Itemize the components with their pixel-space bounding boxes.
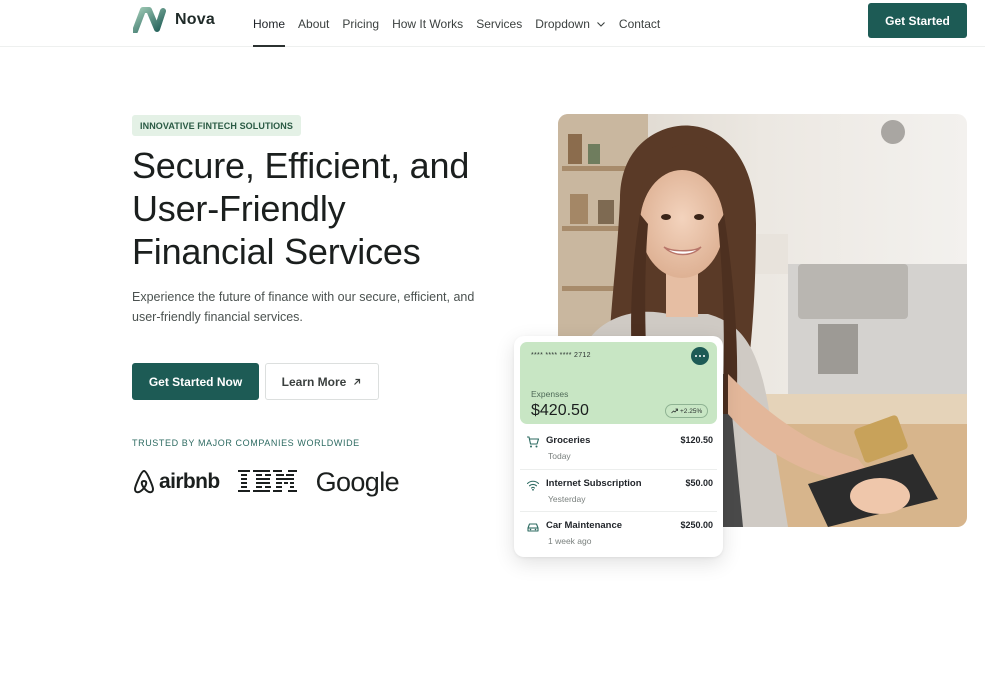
brand-logo[interactable]: Nova bbox=[133, 7, 215, 33]
nav-link-services[interactable]: Services bbox=[476, 0, 522, 47]
chevron-down-icon bbox=[597, 21, 605, 27]
transaction-time: Today bbox=[548, 451, 571, 461]
wifi-icon bbox=[526, 480, 540, 491]
expenses-card: **** **** **** 2712 Expenses $420.50 +2.… bbox=[514, 336, 723, 557]
headline-line-1: Secure, Efficient, and bbox=[132, 145, 470, 186]
trend-value: +2.25% bbox=[680, 407, 703, 415]
trusted-label: TRUSTED BY MAJOR COMPANIES WORLDWIDE bbox=[132, 438, 360, 448]
nav-dropdown[interactable]: Dropdown bbox=[535, 0, 606, 47]
learn-more-label: Learn More bbox=[281, 374, 347, 389]
nav-link-how-it-works[interactable]: How It Works bbox=[392, 0, 463, 47]
nav-link-about[interactable]: About bbox=[298, 0, 329, 47]
card-summary: **** **** **** 2712 Expenses $420.50 +2.… bbox=[520, 342, 717, 424]
get-started-button[interactable]: Get Started bbox=[868, 3, 967, 38]
airbnb-wordmark: airbnb bbox=[159, 470, 220, 493]
top-navigation: Nova Home About Pricing How It Works Ser… bbox=[0, 0, 985, 47]
cart-icon bbox=[527, 436, 540, 448]
more-options-icon[interactable] bbox=[691, 347, 709, 365]
transaction-time: Yesterday bbox=[548, 494, 586, 504]
nav-link-pricing[interactable]: Pricing bbox=[342, 0, 379, 47]
brand-name: Nova bbox=[175, 11, 215, 28]
transaction-row[interactable]: Car Maintenance 1 week ago $250.00 bbox=[520, 511, 717, 553]
expenses-amount: $420.50 bbox=[531, 402, 589, 419]
arrow-up-right-icon bbox=[354, 378, 361, 385]
nav-link-home[interactable]: Home bbox=[253, 0, 286, 47]
get-started-now-button[interactable]: Get Started Now bbox=[132, 363, 259, 400]
headline-line-3: Financial Services bbox=[132, 231, 421, 272]
ibm-logo bbox=[237, 470, 297, 492]
nav-link-contact[interactable]: Contact bbox=[619, 0, 660, 47]
expenses-label: Expenses bbox=[531, 389, 569, 399]
transaction-amount: $250.00 bbox=[680, 520, 713, 530]
hero-headline: Secure, Efficient, and User-Friendly Fin… bbox=[132, 144, 522, 273]
card-number: **** **** **** 2712 bbox=[531, 352, 591, 359]
trend-up-icon bbox=[671, 408, 678, 414]
transaction-row[interactable]: Internet Subscription Yesterday $50.00 bbox=[520, 469, 717, 511]
transaction-name: Car Maintenance bbox=[546, 520, 623, 531]
headline-line-2: User-Friendly bbox=[132, 188, 346, 229]
transaction-row[interactable]: Groceries Today $120.50 bbox=[520, 427, 717, 469]
learn-more-button[interactable]: Learn More bbox=[265, 363, 379, 400]
trend-badge: +2.25% bbox=[665, 404, 709, 418]
main-menu: Home About Pricing How It Works Services… bbox=[253, 0, 673, 47]
transaction-amount: $50.00 bbox=[685, 478, 713, 488]
car-icon bbox=[527, 523, 539, 532]
nova-logo-icon bbox=[133, 7, 166, 33]
hero-badge: INNOVATIVE FINTECH SOLUTIONS bbox=[132, 115, 301, 136]
partner-logos: airbnb Google bbox=[132, 465, 400, 499]
transaction-name: Groceries bbox=[546, 435, 591, 446]
transaction-name: Internet Subscription bbox=[546, 478, 642, 489]
transaction-amount: $120.50 bbox=[680, 435, 713, 445]
nav-dropdown-label: Dropdown bbox=[535, 16, 590, 31]
hero-subtext: Experience the future of finance with ou… bbox=[132, 290, 475, 324]
airbnb-logo: airbnb bbox=[132, 469, 220, 495]
google-logo: Google bbox=[315, 466, 400, 497]
airbnb-symbol-icon bbox=[134, 470, 154, 494]
transaction-time: 1 week ago bbox=[548, 536, 592, 546]
